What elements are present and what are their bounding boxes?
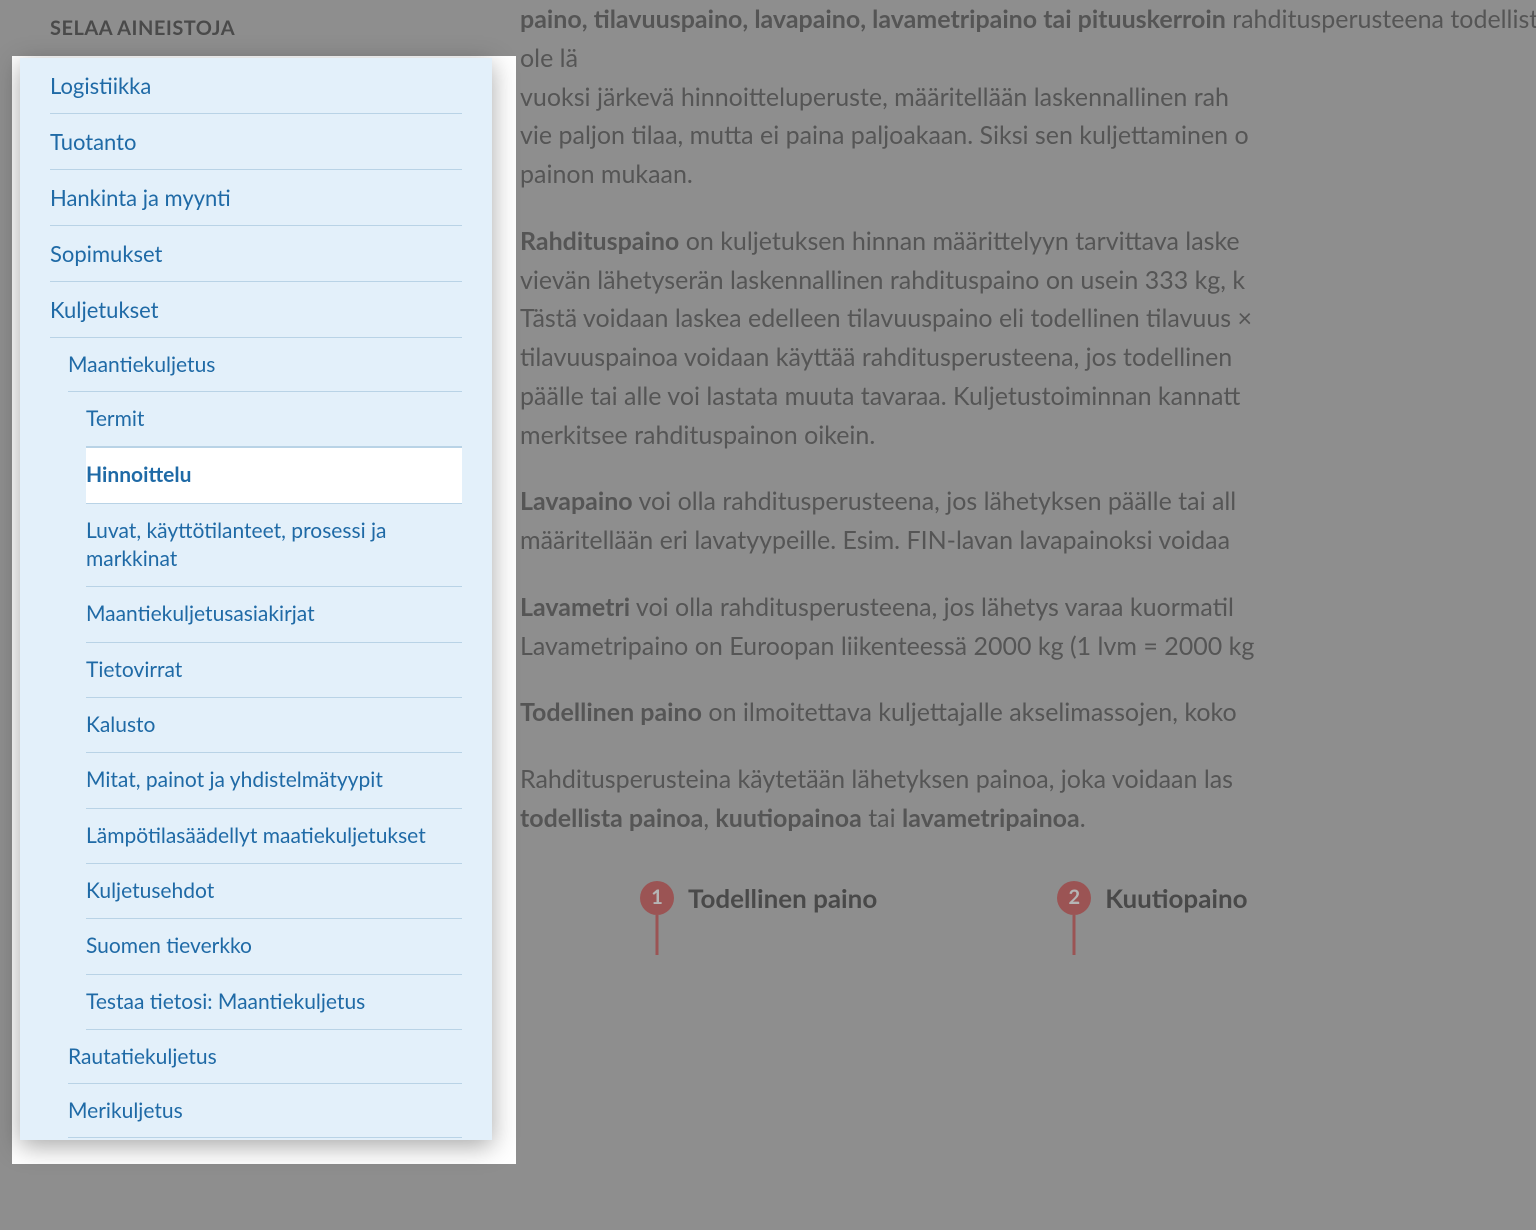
term-rahdituspaino: Rahdituspaino xyxy=(520,226,679,256)
nav-merikuljetus[interactable]: Merikuljetus xyxy=(68,1084,462,1138)
nav-kuljetusehdot[interactable]: Kuljetusehdot xyxy=(86,864,462,919)
nav-lampotila[interactable]: Lämpötilasäädellyt maatiekuljetukset xyxy=(86,809,462,864)
sidebar-panel: Logistiikka Tuotanto Hankinta ja myynti … xyxy=(20,58,492,1140)
figure-badge-1: 1 xyxy=(640,881,674,915)
nav-hinnoittelu[interactable]: Hinnoittelu xyxy=(86,447,462,503)
nav-logistiikka[interactable]: Logistiikka xyxy=(50,58,462,114)
paragraph-lavapaino: Lavapaino voi olla rahditusperusteena, j… xyxy=(520,482,1536,560)
nav-asiakirjat[interactable]: Maantiekuljetusasiakirjat xyxy=(86,587,462,642)
paragraph-summary: Rahditusperusteina käytetään lähetyksen … xyxy=(520,760,1536,838)
article-content: paino, tilavuuspaino, lavapaino, lavamet… xyxy=(520,0,1536,918)
figure-label-1: Todellinen paino xyxy=(688,878,877,918)
term-lavametri: Lavametri xyxy=(520,592,630,622)
paragraph-intro: paino, tilavuuspaino, lavapaino, lavamet… xyxy=(520,0,1536,194)
paragraph-todellinen-paino: Todellinen paino on ilmoitettava kuljett… xyxy=(520,693,1536,732)
paragraph-rahdituspaino: Rahdituspaino on kuljetuksen hinnan määr… xyxy=(520,222,1536,455)
nav-kuljetukset-children: Maantiekuljetus Termit Hinnoittelu Luvat… xyxy=(38,338,492,1138)
nav-tietovirrat[interactable]: Tietovirrat xyxy=(86,643,462,698)
nav-rautatiekuljetus[interactable]: Rautatiekuljetus xyxy=(68,1030,462,1084)
nav-termit[interactable]: Termit xyxy=(86,392,462,447)
nav-luvat[interactable]: Luvat, käyttötilanteet, prosessi ja mark… xyxy=(86,504,462,588)
nav-hankinta-ja-myynti[interactable]: Hankinta ja myynti xyxy=(50,170,462,226)
nav-sopimukset[interactable]: Sopimukset xyxy=(50,226,462,282)
figure-legend: 1 Todellinen paino 2 Kuutiopaino xyxy=(520,878,1536,918)
sidebar: SELAA AINEISTOJA Logistiikka Tuotanto Ha… xyxy=(20,0,492,1140)
nav-tuotanto[interactable]: Tuotanto xyxy=(50,114,462,170)
nav-kuljetukset[interactable]: Kuljetukset xyxy=(50,282,462,338)
intro-bold: paino, tilavuuspaino, lavapaino, lavamet… xyxy=(520,4,1226,34)
sidebar-heading: SELAA AINEISTOJA xyxy=(20,0,492,58)
term-todellinen-paino: Todellinen paino xyxy=(520,697,702,727)
nav-root: Logistiikka Tuotanto Hankinta ja myynti … xyxy=(20,58,492,1138)
nav-mitat-painot[interactable]: Mitat, painot ja yhdistelmätyypit xyxy=(86,753,462,808)
nav-suomen-tieverkko[interactable]: Suomen tieverkko xyxy=(86,919,462,974)
paragraph-lavametri: Lavametri voi olla rahditusperusteena, j… xyxy=(520,588,1536,666)
figure-item-2: 2 Kuutiopaino xyxy=(1057,878,1247,918)
nav-maantiekuljetus[interactable]: Maantiekuljetus xyxy=(68,338,462,392)
figure-label-2: Kuutiopaino xyxy=(1105,878,1247,918)
nav-maantiekuljetus-children: Termit Hinnoittelu Luvat, käyttötilantee… xyxy=(56,392,492,1030)
term-lavapaino: Lavapaino xyxy=(520,486,633,516)
nav-testaa-tietosi[interactable]: Testaa tietosi: Maantiekuljetus xyxy=(86,975,462,1030)
figure-badge-2: 2 xyxy=(1057,881,1091,915)
figure-item-1: 1 Todellinen paino xyxy=(640,878,877,918)
nav-kalusto[interactable]: Kalusto xyxy=(86,698,462,753)
